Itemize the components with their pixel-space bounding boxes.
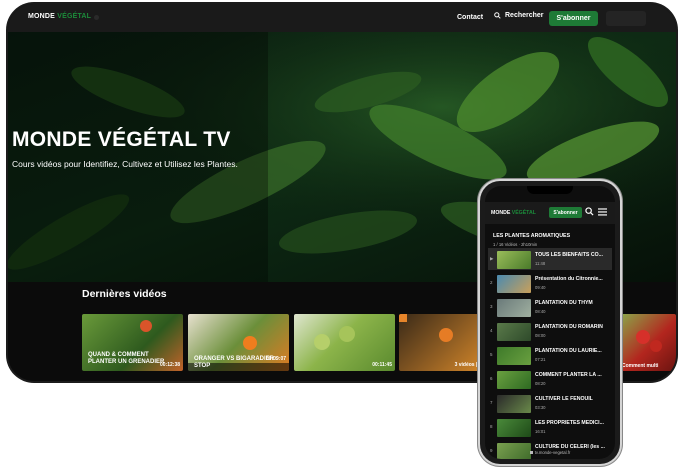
video-card[interactable]: 00:11:45 — [294, 314, 395, 371]
item-title: PLANTATION DU LAURIE... — [535, 348, 602, 354]
video-thumbnail — [497, 347, 531, 365]
video-duration: 00:09:07 — [265, 356, 286, 362]
item-title: PLANTATION DU THYM — [535, 300, 593, 306]
item-index: 5 — [490, 352, 493, 357]
video-thumbnail — [497, 395, 531, 413]
hero-subtitle: Cours vidéos pour Identifiez, Cultivez e… — [12, 159, 238, 169]
item-index: 6 — [490, 376, 493, 381]
item-index: 3 — [490, 304, 493, 309]
phone-frame: MONDE VÉGÉTAL S'abonner LES PLANTES AROM… — [480, 181, 620, 464]
phone-top-bar: MONDE VÉGÉTAL S'abonner — [485, 202, 615, 224]
video-thumbnail — [497, 419, 531, 437]
item-duration: 07:21 — [535, 357, 546, 362]
item-title: TOUS LES BIENFAITS CO... — [535, 252, 603, 258]
lock-icon — [529, 451, 533, 455]
item-duration: 08:20 — [535, 381, 546, 386]
list-item[interactable]: 2 Présentation du Citronnie... 09:40 — [488, 272, 612, 294]
video-duration: 00:12:38 — [159, 362, 180, 368]
list-item[interactable]: 6 COMMENT PLANTER LA ... 08:20 — [488, 368, 612, 390]
playlist-title: LES PLANTES AROMATIQUES — [493, 233, 571, 239]
video-thumbnail — [497, 275, 531, 293]
video-thumbnail — [497, 299, 531, 317]
item-index: 7 — [490, 400, 493, 405]
list-item[interactable]: 7 CULTIVER LE FENOUIL 03:30 — [488, 392, 612, 414]
playlist-badge — [399, 314, 407, 322]
item-title: LES PROPRIÉTÉS MÉDICI... — [535, 420, 604, 426]
item-title: COMMENT PLANTER LA ... — [535, 372, 602, 378]
site-logo[interactable]: MONDE VÉGÉTAL — [28, 13, 91, 20]
green-fruit-shape — [339, 326, 355, 342]
search-icon — [494, 12, 501, 19]
item-duration: 08:00 — [535, 333, 546, 338]
green-fruit-shape — [314, 334, 330, 350]
playlist-meta: 1 / 16 Vidéos · 2h10min — [493, 242, 538, 247]
video-card[interactable]: ORANGER VS BIGARADIER : STOP 00:09:07 — [188, 314, 289, 371]
list-item[interactable]: 3 PLANTATION DU THYM 08:40 — [488, 296, 612, 318]
item-index: 4 — [490, 328, 493, 333]
item-index: 8 — [490, 424, 493, 429]
item-title: Présentation du Citronnie... — [535, 276, 603, 282]
list-item[interactable]: ▶ TOUS LES BIENFAITS CO... 11:48 — [488, 248, 612, 270]
video-thumbnail — [497, 251, 531, 269]
item-duration: 03:30 — [535, 405, 546, 410]
play-arrow-icon: ▶ — [490, 256, 494, 261]
video-caption: Comment multi — [622, 363, 659, 369]
fruit-shape — [636, 330, 650, 344]
hamburger-menu-icon[interactable] — [598, 208, 607, 216]
item-duration: 11:48 — [535, 261, 546, 266]
nav-search-link[interactable]: Rechercher — [494, 12, 544, 19]
login-button[interactable] — [606, 11, 646, 26]
video-thumbnail — [497, 323, 531, 341]
list-item[interactable]: 8 LES PROPRIÉTÉS MÉDICI... 16:01 — [488, 416, 612, 438]
item-index: 2 — [490, 280, 493, 285]
phone-logo[interactable]: MONDE VÉGÉTAL — [491, 210, 536, 216]
item-title: PLANTATION DU ROMARIN — [535, 324, 603, 330]
video-thumbnail — [497, 371, 531, 389]
pomegranate-shape — [140, 320, 152, 332]
url-text: tv.monde-vegetal.fr — [534, 450, 571, 455]
item-duration: 08:40 — [535, 309, 546, 314]
video-duration: 00:11:45 — [372, 362, 392, 368]
phone-screen: MONDE VÉGÉTAL S'abonner LES PLANTES AROM… — [485, 186, 615, 459]
nav-search-label: Rechercher — [505, 12, 544, 19]
list-item[interactable]: 4 PLANTATION DU ROMARIN 08:00 — [488, 320, 612, 342]
hero-title: MONDE VÉGÉTAL TV — [12, 128, 231, 151]
phone-url-bar[interactable]: tv.monde-vegetal.fr — [485, 450, 615, 455]
top-navigation-bar: MONDE VÉGÉTAL Contact Rechercher S'abonn… — [8, 4, 676, 32]
phone-subscribe-button[interactable]: S'abonner — [549, 207, 582, 218]
video-card[interactable]: 3 vidéos | 00: — [399, 314, 489, 371]
logo-text: MONDE — [28, 13, 56, 20]
video-card[interactable]: Comment multi — [620, 314, 676, 371]
search-icon[interactable] — [585, 207, 594, 216]
orange-fruit-shape — [243, 336, 257, 350]
video-card[interactable]: QUAND & COMMENT PLANTER UN GRENADIER 00:1… — [82, 314, 183, 371]
fruit-shape — [650, 340, 662, 352]
subscribe-button[interactable]: S'abonner — [549, 11, 598, 26]
item-duration: 09:40 — [535, 285, 546, 290]
video-caption: QUAND & COMMENT PLANTER UN GRENADIER — [88, 352, 165, 365]
list-item[interactable]: 5 PLANTATION DU LAURIE... 07:21 — [488, 344, 612, 366]
decorative-dot — [94, 15, 99, 20]
playlist-list: ▶ TOUS LES BIENFAITS CO... 11:48 2 Prése… — [485, 248, 615, 459]
latest-videos-heading: Dernières vidéos — [82, 288, 167, 300]
phone-notch — [527, 186, 573, 194]
nav-contact-link[interactable]: Contact — [457, 14, 483, 21]
item-duration: 16:01 — [535, 429, 546, 434]
logo-accent-text: VÉGÉTAL — [57, 13, 92, 20]
fruit-shape — [439, 328, 453, 342]
item-title: CULTIVER LE FENOUIL — [535, 396, 593, 402]
